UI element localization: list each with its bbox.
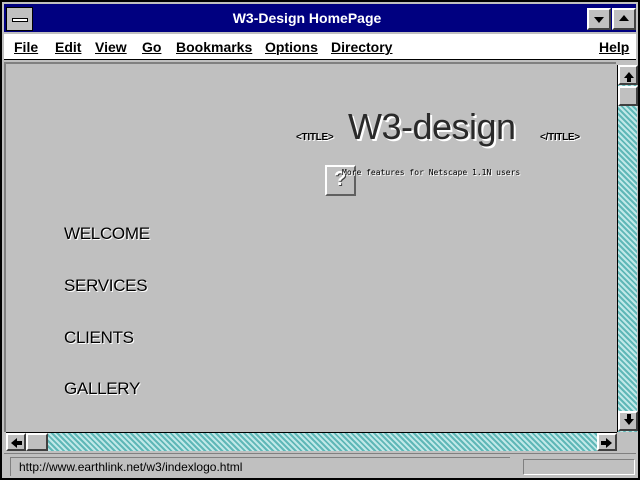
- maximize-button[interactable]: [612, 8, 636, 30]
- horizontal-scroll-thumb[interactable]: [26, 433, 48, 451]
- scroll-left-button[interactable]: [6, 433, 26, 451]
- nav-welcome-link[interactable]: WELCOME: [64, 224, 150, 244]
- menu-file[interactable]: File: [14, 39, 38, 55]
- title-tag-close: </TITLE>: [540, 132, 580, 143]
- vertical-scroll-thumb[interactable]: [618, 86, 638, 106]
- vertical-scrollbar[interactable]: [617, 65, 638, 432]
- scrollbar-corner: [617, 432, 637, 451]
- menu-help[interactable]: Help: [599, 39, 629, 55]
- arrow-up-stem: [627, 78, 631, 82]
- title-bar[interactable]: W3-Design HomePage: [4, 4, 636, 32]
- minimize-triangle-icon: [594, 17, 604, 23]
- nav-services-link[interactable]: SERVICES: [64, 276, 148, 296]
- system-menu-icon: [12, 18, 28, 22]
- menu-options[interactable]: Options: [265, 39, 318, 55]
- nav-clients-link[interactable]: CLIENTS: [64, 328, 134, 348]
- menu-edit[interactable]: Edit: [55, 39, 81, 55]
- browser-window: W3-Design HomePage File Edit View Go Boo…: [0, 0, 640, 480]
- nav-gallery-link[interactable]: GALLERY: [64, 379, 140, 399]
- status-bar: http://www.earthlink.net/w3/indexlogo.ht…: [4, 453, 636, 478]
- arrow-right-icon: [606, 438, 612, 448]
- scroll-up-button[interactable]: [618, 65, 638, 85]
- minimize-button[interactable]: [587, 8, 611, 30]
- netscape-features-link[interactable]: More features for Netscape 1.1N users: [342, 168, 520, 177]
- window-title: W3-Design HomePage: [232, 10, 382, 26]
- arrow-left-stem: [17, 441, 22, 445]
- menu-bar: File Edit View Go Bookmarks Options Dire…: [4, 34, 636, 60]
- system-menu-button[interactable]: [6, 7, 33, 31]
- maximize-triangle-icon: [619, 15, 629, 21]
- title-tag-open: <TITLE>: [296, 132, 334, 143]
- arrow-down-icon: [624, 419, 634, 425]
- page-content: <TITLE> W3-design </TITLE> ? More featur…: [4, 62, 616, 432]
- menu-bookmarks[interactable]: Bookmarks: [176, 39, 252, 55]
- scroll-down-button[interactable]: [618, 411, 638, 431]
- scroll-right-button[interactable]: [597, 433, 617, 451]
- site-logo: W3-design: [348, 106, 516, 147]
- menu-go[interactable]: Go: [142, 39, 161, 55]
- menu-view[interactable]: View: [95, 39, 127, 55]
- horizontal-scrollbar[interactable]: [6, 432, 617, 451]
- status-progress-panel: [523, 459, 635, 475]
- menu-directory[interactable]: Directory: [331, 39, 392, 55]
- status-url: http://www.earthlink.net/w3/indexlogo.ht…: [10, 457, 510, 476]
